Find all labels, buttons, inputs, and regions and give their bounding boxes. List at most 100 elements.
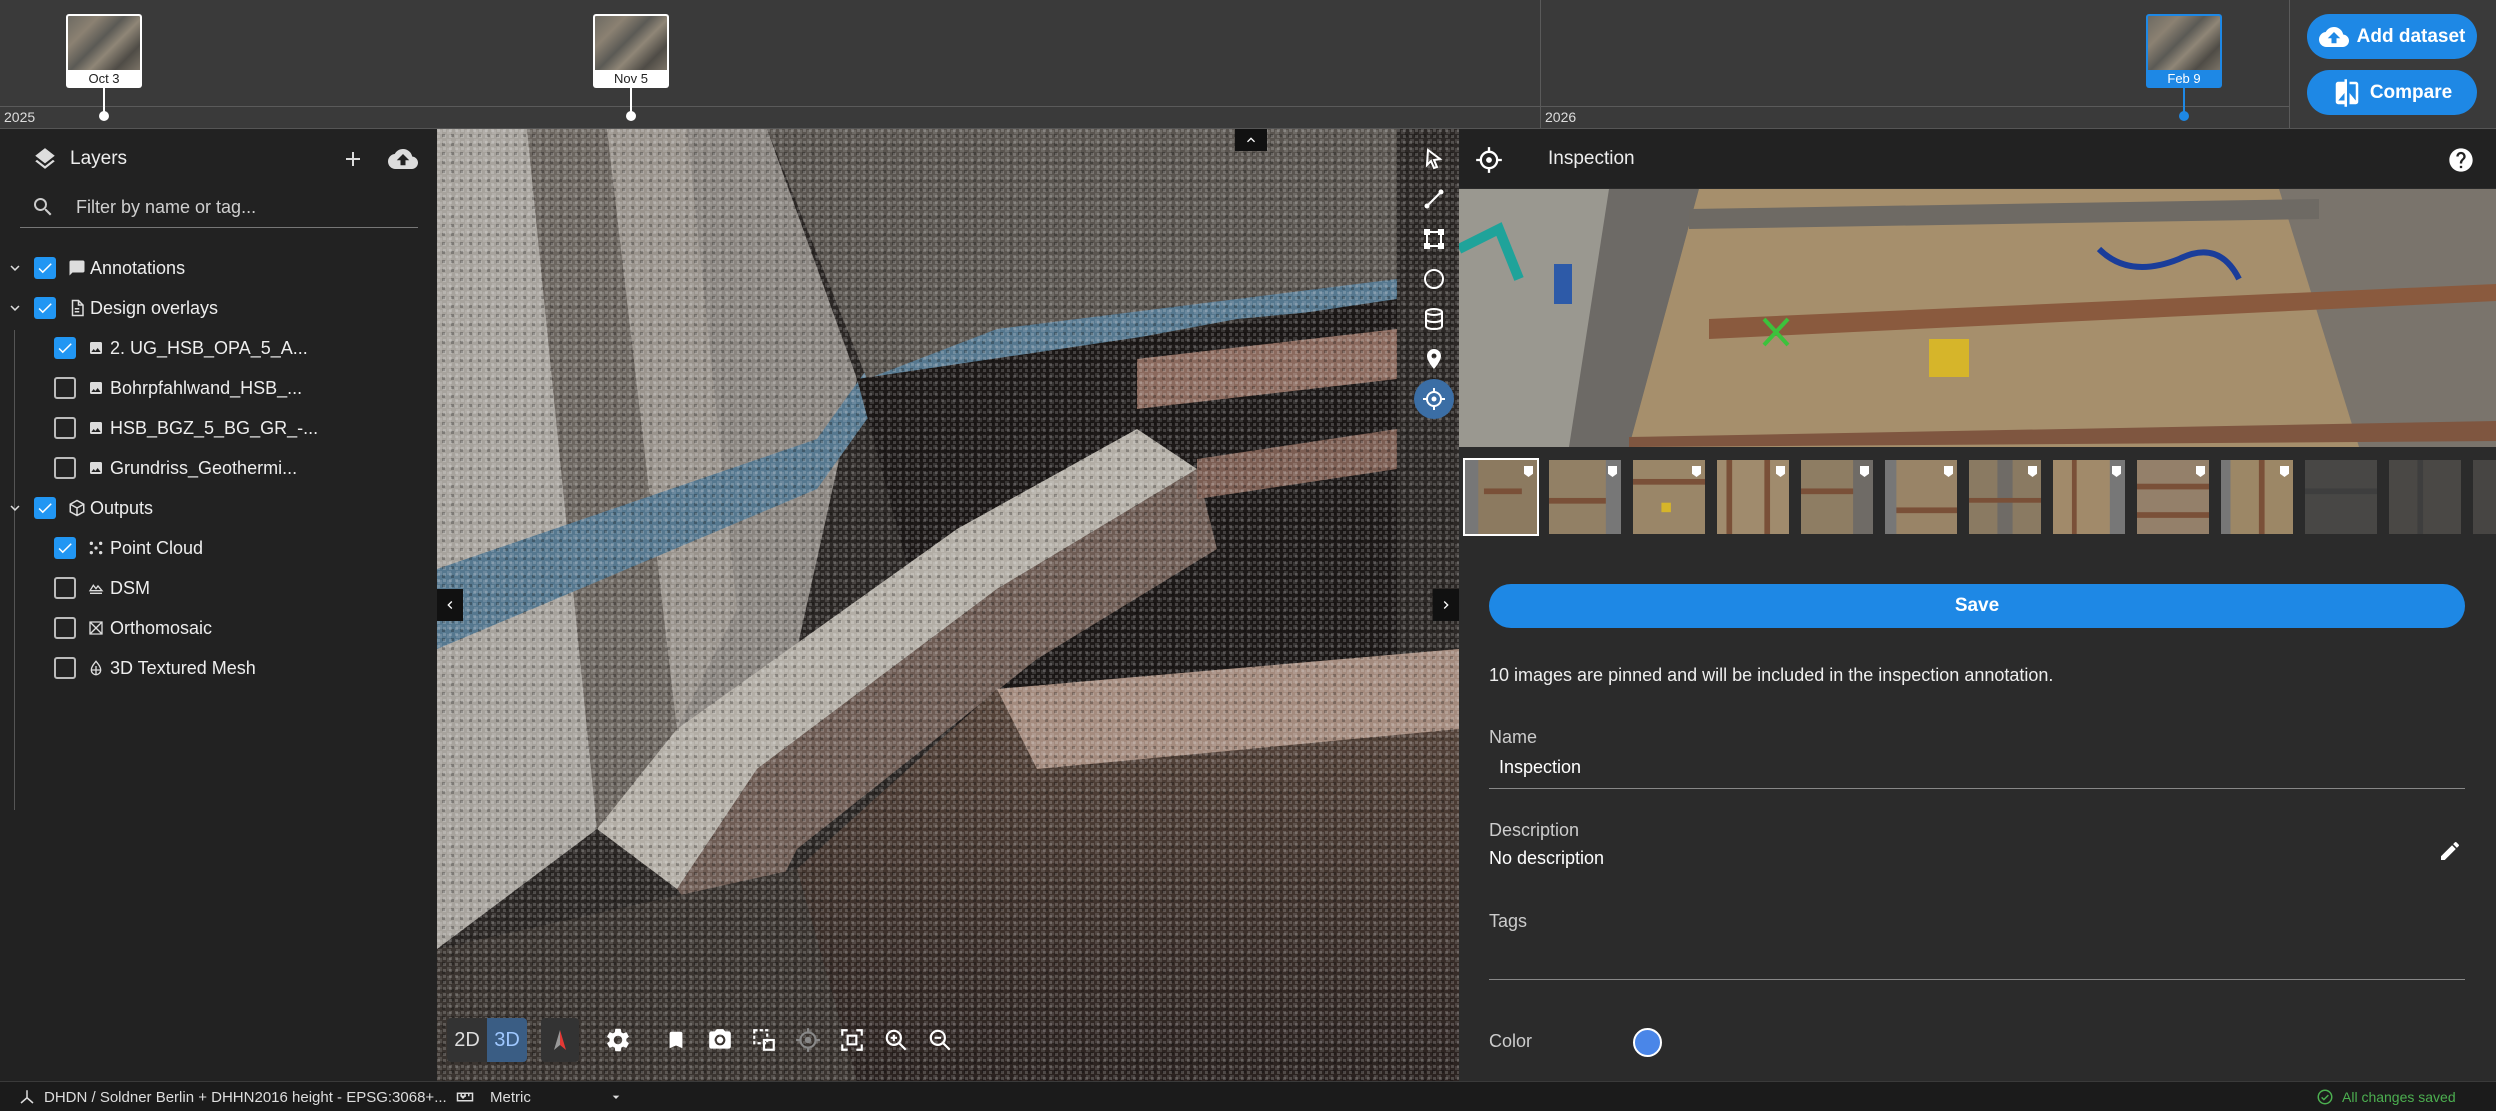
photo-thumbnail[interactable] [2051, 458, 2127, 536]
timeline-dot [99, 111, 109, 121]
add-dataset-button[interactable]: Add dataset [2307, 14, 2477, 59]
photo-thumbnail[interactable] [2219, 458, 2295, 536]
photo-thumbnail[interactable] [1547, 458, 1623, 536]
chevron-down-icon[interactable] [0, 499, 30, 517]
photo-thumbnail[interactable] [2471, 458, 2496, 536]
photo-thumbnail[interactable] [2387, 458, 2463, 536]
photo-thumbnail[interactable] [2303, 458, 2379, 536]
inspection-photo[interactable] [1459, 189, 2496, 447]
layer-item-bohrpfahlwand[interactable]: Bohrpfahlwand_HSB_... [0, 368, 437, 408]
edit-description-icon[interactable] [2435, 836, 2465, 866]
layer-item-point-cloud[interactable]: Point Cloud [0, 528, 437, 568]
circle-tool-icon[interactable] [1414, 259, 1454, 299]
layer-checkbox[interactable] [34, 497, 56, 519]
region-select-icon[interactable] [745, 1018, 783, 1062]
layer-item-dsm[interactable]: DSM [0, 568, 437, 608]
timeline-dataset-oct-3[interactable]: Oct 3 [66, 14, 142, 121]
name-field-input[interactable]: Inspection [1499, 757, 1581, 778]
bookmark-icon[interactable] [657, 1018, 695, 1062]
layer-checkbox[interactable] [54, 337, 76, 359]
pinned-images-message: 10 images are pinned and will be include… [1489, 665, 2054, 685]
line-tool-icon[interactable] [1414, 179, 1454, 219]
layer-checkbox[interactable] [54, 377, 76, 399]
save-button[interactable]: Save [1489, 584, 2465, 628]
layer-checkbox[interactable] [54, 577, 76, 599]
layers-title: Layers [70, 148, 128, 169]
compare-button[interactable]: Compare [2307, 70, 2477, 115]
help-icon[interactable] [2445, 144, 2477, 176]
marker-tool-icon[interactable] [1414, 339, 1454, 379]
photo-thumbnail[interactable] [1967, 458, 2043, 536]
layer-group-annotations[interactable]: Annotations [0, 248, 437, 288]
chevron-down-icon[interactable] [0, 299, 30, 317]
timeline-track[interactable]: 2025 2026 Oct 3 Nov 5 Feb 9 [0, 0, 2290, 129]
color-swatch[interactable] [1633, 1028, 1662, 1057]
zoom-in-icon[interactable] [877, 1018, 915, 1062]
layer-item-ug-hsb-opa[interactable]: 2. UG_HSB_OPA_5_A... [0, 328, 437, 368]
collapse-right-panel-button[interactable] [1433, 589, 1459, 621]
dataset-thumbnail [2146, 14, 2222, 70]
timeline-dataset-nov-5[interactable]: Nov 5 [593, 14, 669, 121]
units-selector[interactable]: Metric [456, 1088, 624, 1106]
chevron-right-icon [1443, 601, 1449, 609]
collapse-left-panel-button[interactable] [437, 589, 463, 621]
layer-group-design-overlays[interactable]: Design overlays [0, 288, 437, 328]
search-icon [30, 194, 56, 220]
description-field-label: Description [1489, 820, 1580, 840]
status-bar: DHDN / Soldner Berlin + DHHN2016 height … [0, 1081, 2496, 1111]
layer-item-orthomosaic[interactable]: Orthomosaic [0, 608, 437, 648]
layer-filter-input[interactable] [74, 192, 404, 222]
dsm-icon [88, 580, 110, 596]
fit-view-icon[interactable] [833, 1018, 871, 1062]
layer-checkbox[interactable] [34, 257, 56, 279]
upload-layer-icon[interactable] [386, 144, 420, 174]
polygon-tool-icon[interactable] [1414, 219, 1454, 259]
zoom-out-icon[interactable] [921, 1018, 959, 1062]
layer-label: 3D Textured Mesh [110, 657, 256, 678]
crs-selector[interactable]: DHDN / Soldner Berlin + DHHN2016 height … [18, 1088, 471, 1106]
layer-checkbox[interactable] [34, 297, 56, 319]
layer-checkbox[interactable] [54, 657, 76, 679]
layer-checkbox[interactable] [54, 617, 76, 639]
view-mode-toggle: 2D 3D [447, 1018, 527, 1062]
layer-item-textured-mesh[interactable]: 3D Textured Mesh [0, 648, 437, 688]
layer-checkbox[interactable] [54, 457, 76, 479]
layer-label: Point Cloud [110, 537, 204, 558]
layer-checkbox[interactable] [54, 417, 76, 439]
inspection-tool-icon[interactable] [1414, 379, 1454, 419]
timeline-dataset-feb-9[interactable]: Feb 9 [2146, 14, 2222, 121]
camera-icon[interactable] [701, 1018, 739, 1062]
layer-group-outputs[interactable]: Outputs [0, 488, 437, 528]
photo-thumbnail[interactable] [1715, 458, 1791, 536]
layer-item-hsb-bgz[interactable]: HSB_BGZ_5_BG_GR_-... [0, 408, 437, 448]
select-tool-icon[interactable] [1414, 139, 1454, 179]
photo-thumbnail[interactable] [1463, 458, 1539, 536]
photo-thumbnail[interactable] [2135, 458, 2211, 536]
year-label-2025: 2025 [4, 109, 36, 125]
photo-thumbnail[interactable] [1631, 458, 1707, 536]
mode-2d-button[interactable]: 2D [447, 1018, 487, 1062]
settings-icon[interactable] [599, 1018, 637, 1062]
add-layer-icon[interactable] [338, 144, 368, 174]
name-field-underline [1489, 788, 2465, 789]
photo-thumbnail[interactable] [1883, 458, 1959, 536]
layer-checkbox[interactable] [54, 537, 76, 559]
volume-tool-icon[interactable] [1414, 299, 1454, 339]
cube-icon [68, 499, 90, 517]
mode-3d-button[interactable]: 3D [487, 1018, 527, 1062]
layer-item-grundriss[interactable]: Grundriss_Geothermi... [0, 448, 437, 488]
mesh-icon [88, 660, 110, 676]
collapse-timeline-button[interactable] [1235, 129, 1267, 151]
image-icon [88, 380, 110, 396]
compass-icon[interactable] [541, 1018, 579, 1062]
inspection-title: Inspection [1548, 148, 1635, 169]
point-cloud-icon [88, 540, 110, 556]
image-icon [88, 460, 110, 476]
chevron-down-icon[interactable] [0, 259, 30, 277]
units-label: Metric [490, 1088, 531, 1106]
map-viewer-3d[interactable]: 2D 3D [437, 129, 1459, 1081]
timeline-dot [2179, 111, 2189, 121]
photo-thumbnail[interactable] [1799, 458, 1875, 536]
layers-icon [30, 144, 60, 174]
locate-icon[interactable] [789, 1018, 827, 1062]
